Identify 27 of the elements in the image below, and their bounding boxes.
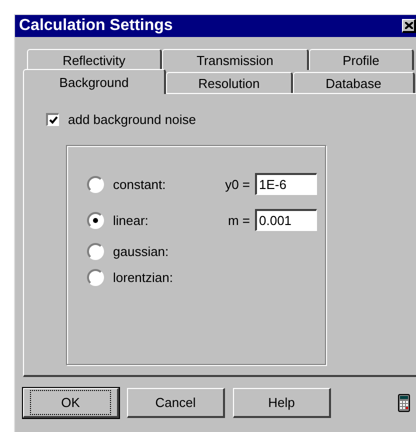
input-field[interactable]: 0.001: [255, 209, 317, 231]
radio-button[interactable]: [87, 268, 104, 286]
input-field[interactable]: 1E-6: [255, 173, 317, 195]
tab[interactable]: Reflectivity: [27, 49, 162, 70]
radio-label: lorentzian:: [113, 270, 174, 284]
radio-label: constant:: [113, 176, 167, 192]
window-title: Calculation Settings: [18, 17, 173, 35]
parameter-label: y0 =: [224, 176, 250, 192]
radio-label: linear:: [113, 212, 150, 228]
parameter-label: m =: [226, 212, 250, 228]
tab[interactable]: Transmission: [162, 49, 309, 70]
checkbox-label: add background noise: [68, 112, 196, 127]
tab[interactable]: Background: [23, 69, 166, 94]
radio-button[interactable]: [87, 212, 104, 228]
dialog-button[interactable]: Cancel: [127, 388, 225, 418]
tab[interactable]: Resolution: [166, 72, 293, 93]
calculator-icon[interactable]: [398, 394, 410, 412]
tab[interactable]: Profile: [309, 49, 414, 70]
radio-button[interactable]: [87, 242, 104, 260]
radio-label: gaussian:: [113, 244, 170, 258]
dialog-button[interactable]: OK: [23, 388, 119, 418]
dialog-button[interactable]: Help: [233, 388, 331, 418]
radio-button[interactable]: [87, 176, 104, 192]
tab[interactable]: Database: [293, 72, 415, 93]
checkbox[interactable]: [46, 113, 59, 126]
close-button[interactable]: [402, 19, 416, 33]
close-icon: [404, 22, 412, 29]
